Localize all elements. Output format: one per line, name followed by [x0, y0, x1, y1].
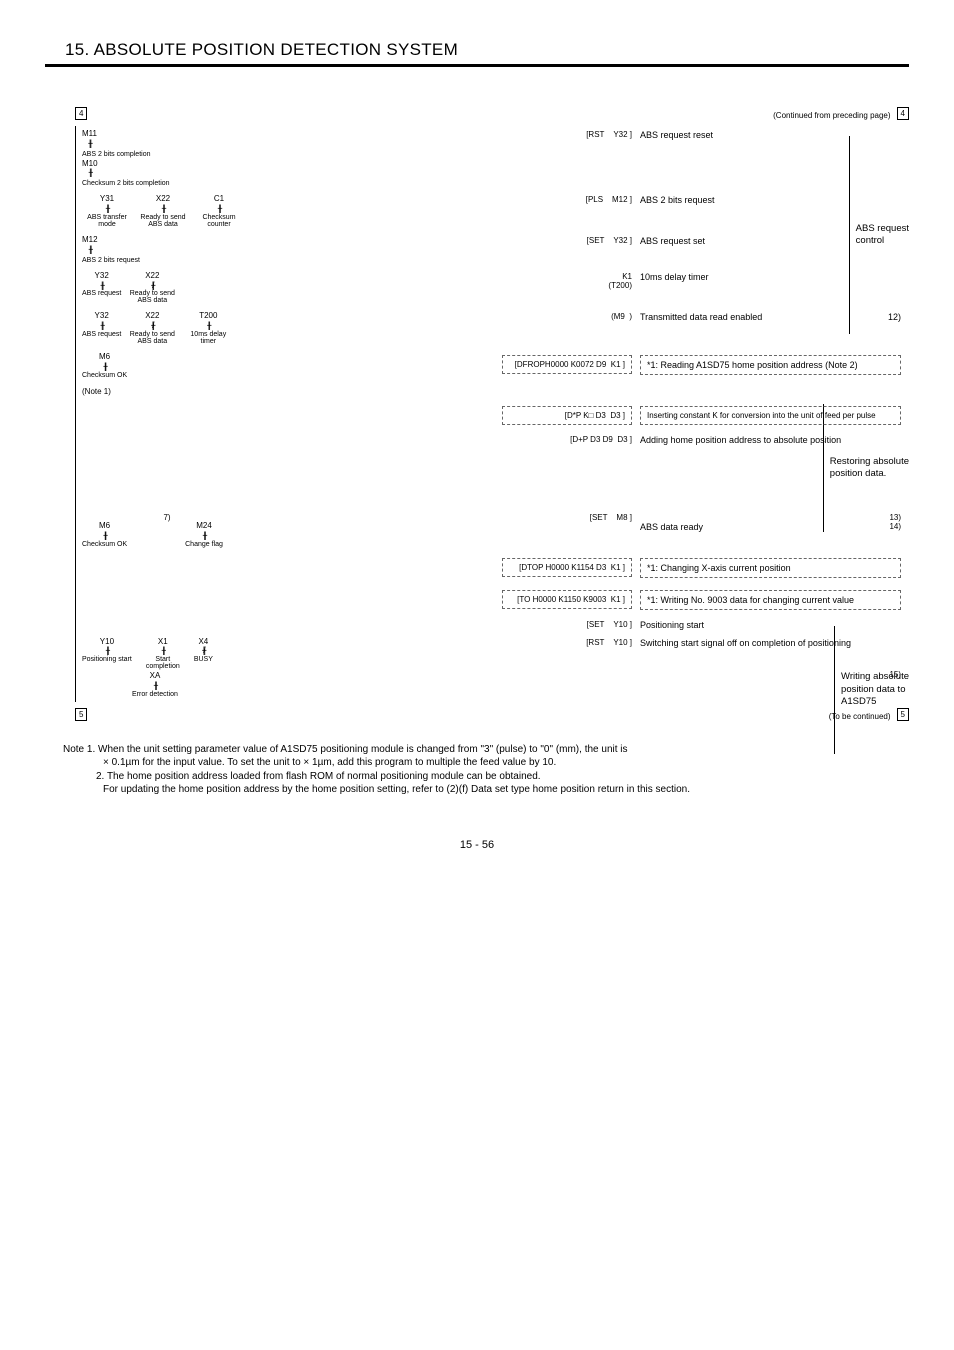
continued-from-label: (Continued from preceding page) — [87, 111, 896, 120]
rung-positioning-start: [SET Y10 ] Positioning start — [75, 616, 909, 634]
note2-lead: 2. — [96, 771, 104, 782]
rung-write-9003: [TO H0000 K1150 K9003 K1 ] *1: Writing N… — [75, 584, 909, 616]
rung-data-read-enabled: Y32-| |-ABS request X22-|/|-Ready to sen… — [75, 308, 909, 349]
ref-13: 13) — [640, 513, 901, 522]
rung-abs-2bits-request: Y31-| |-ABS transfer mode X22-| |-Ready … — [75, 191, 909, 232]
notes: Note 1. When the unit setting parameter … — [63, 743, 909, 797]
note1-lead: Note 1. — [63, 744, 95, 755]
to-be-continued-label: (To be continued) — [87, 712, 896, 721]
rung-change-xaxis: [DTOP H0000 K1154 D3 K1 ] *1: Changing X… — [75, 552, 909, 584]
page-number: 15 - 56 — [45, 839, 909, 851]
ref-14: 14) — [889, 522, 901, 531]
rung-insert-constant: [D*P K□ D3 D3 ] Inserting constant K for… — [75, 400, 909, 431]
page-connector-bot-left: 5 — [75, 708, 87, 721]
rung-10ms-delay: Y32-| |-ABS request X22-|/|-Ready to sen… — [75, 268, 909, 309]
rung-read-home-addr: M6-| |-Checksum OK (Note 1) [DFROPH0000 … — [75, 349, 909, 400]
ref-12: 12) — [888, 312, 901, 322]
page-connector-top-left: 4 — [75, 107, 87, 120]
header-rule — [45, 64, 909, 67]
ladder-diagram: 4 (Continued from preceding page) 4 ABS … — [75, 107, 909, 721]
rung-abs-request-reset: M11-| |- ABS 2 bits completion M10-| |- … — [75, 126, 909, 191]
rung-add-home-addr: [D+P D3 D9 D3 ] Adding home position add… — [75, 431, 909, 449]
rung-abs-data-ready: 7) M6-| |-Checksum OK M24-| |-Change fla… — [75, 509, 909, 552]
page-connector-top-right: 4 — [897, 107, 909, 120]
ref-15: 15) — [640, 670, 901, 679]
page-title: 15. ABSOLUTE POSITION DETECTION SYSTEM — [65, 40, 909, 60]
rung-abs-request-set: M12-| |- ABS 2 bits request [SET Y32 ] A… — [75, 232, 909, 268]
note1-marker: (Note 1) — [82, 387, 502, 396]
rung-switch-start-off: Y10-| |-Positioning start X1-| |-Start c… — [75, 634, 909, 702]
